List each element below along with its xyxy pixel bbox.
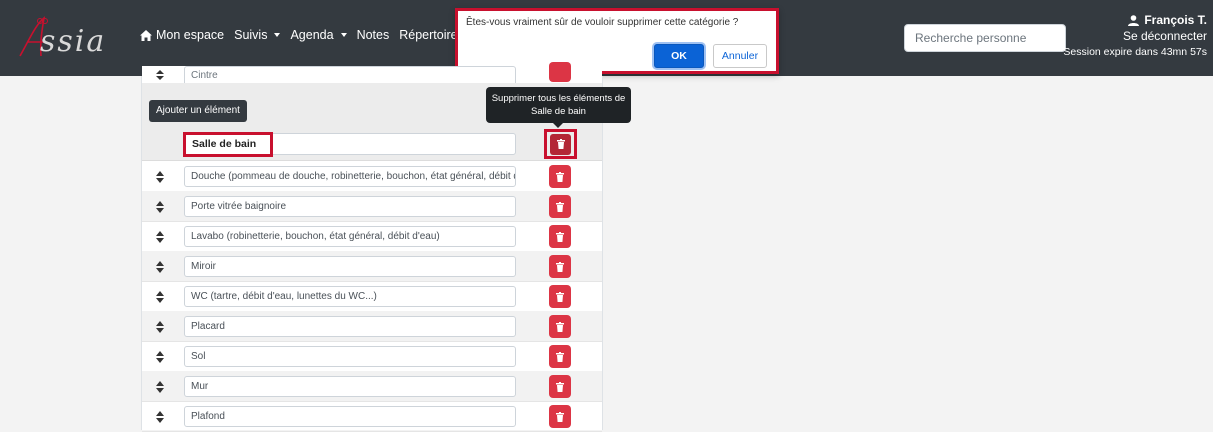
ok-button[interactable]: OK — [654, 44, 704, 68]
sort-handle-icon[interactable] — [156, 261, 164, 273]
nav-item-label: Notes — [356, 28, 390, 42]
trash-icon — [556, 261, 564, 272]
dialog-message: Êtes-vous vraiment sûr de vouloir suppri… — [466, 17, 739, 28]
list-item: Sol — [142, 341, 602, 372]
list-item: Miroir — [142, 251, 602, 282]
trash-icon — [556, 231, 564, 242]
item-input[interactable]: Plafond — [184, 406, 516, 427]
trash-icon — [556, 139, 565, 149]
nav-item-agenda[interactable]: Agenda — [290, 28, 347, 42]
item-input[interactable]: Sol — [184, 346, 516, 367]
user-name-label: François T. — [1144, 13, 1207, 27]
delete-item-button[interactable] — [549, 405, 571, 428]
nav-item-mon-espace[interactable]: Mon espace — [140, 28, 224, 42]
assia-logo[interactable]: ssia — [14, 12, 124, 62]
sort-handle-icon[interactable] — [156, 171, 164, 183]
tooltip-line: Supprimer tous les éléments de — [491, 93, 626, 104]
caret-down-icon — [340, 33, 347, 37]
confirm-dialog: Êtes-vous vraiment sûr de vouloir suppri… — [455, 8, 779, 74]
session-timer: Session expire dans 43mn 57s — [1063, 46, 1207, 58]
category-row: Salle de bain — [142, 127, 602, 161]
item-input[interactable]: Lavabo (robinetterie, bouchon, état géné… — [184, 226, 516, 247]
item-input[interactable]: Placard — [184, 316, 516, 337]
item-input[interactable]: WC (tartre, débit d'eau, lunettes du WC.… — [184, 286, 516, 307]
nav-item-label: Mon espace — [156, 28, 225, 42]
delete-item-button[interactable] — [549, 255, 571, 278]
nav-item-label: Répertoire — [399, 28, 458, 42]
tooltip-arrow — [553, 123, 563, 128]
trash-icon — [556, 291, 564, 302]
list-item: Placard — [142, 311, 602, 342]
logo-text: ssia — [40, 24, 107, 59]
sort-handle-icon[interactable] — [156, 70, 164, 80]
cancel-button[interactable]: Annuler — [713, 44, 767, 68]
list-item: Mur — [142, 371, 602, 402]
delete-item-button[interactable] — [549, 345, 571, 368]
nav-item-label: Suivis — [234, 28, 268, 42]
trash-icon — [556, 321, 564, 332]
category-panel: Cintre Ajouter un élément Salle de bain … — [141, 62, 603, 432]
trash-icon — [556, 381, 564, 392]
user-icon — [1128, 14, 1140, 26]
caret-down-icon — [274, 33, 281, 37]
tooltip-line: Salle de bain — [531, 106, 586, 117]
delete-category-button[interactable] — [550, 133, 571, 155]
user-menu: François T. Se déconnecter Session expir… — [1063, 12, 1207, 60]
delete-item-button[interactable] — [549, 195, 571, 218]
list-item: Douche (pommeau de douche, robinetterie,… — [142, 161, 602, 192]
delete-category-highlight — [544, 129, 577, 159]
delete-button[interactable] — [549, 62, 571, 82]
trash-icon — [556, 411, 564, 422]
delete-item-button[interactable] — [549, 285, 571, 308]
delete-item-button[interactable] — [549, 375, 571, 398]
item-input[interactable]: Porte vitrée baignoire — [184, 196, 516, 217]
list-item: Plafond — [142, 401, 602, 432]
add-item-button[interactable]: Ajouter un élément — [149, 100, 247, 122]
delete-category-tooltip: Supprimer tous les éléments de Salle de … — [486, 87, 631, 128]
trash-icon — [556, 171, 564, 182]
search-person-input[interactable] — [904, 24, 1066, 52]
trash-icon — [556, 351, 564, 362]
list-item: Lavabo (robinetterie, bouchon, état géné… — [142, 221, 602, 252]
trash-icon — [556, 201, 564, 212]
category-name[interactable]: Salle de bain — [183, 132, 273, 157]
user-name[interactable]: François T. — [1063, 12, 1207, 28]
sort-handle-icon[interactable] — [156, 291, 164, 303]
sort-handle-icon[interactable] — [156, 321, 164, 333]
sort-handle-icon[interactable] — [156, 381, 164, 393]
nav-item-suivis[interactable]: Suivis — [234, 28, 281, 42]
item-input[interactable]: Miroir — [184, 256, 516, 277]
sort-handle-icon[interactable] — [156, 411, 164, 423]
sort-handle-icon[interactable] — [156, 351, 164, 363]
sort-handle-icon[interactable] — [156, 231, 164, 243]
sort-handle-icon[interactable] — [156, 201, 164, 213]
item-input[interactable]: Mur — [184, 376, 516, 397]
nav-item-notes[interactable]: Notes — [357, 28, 390, 42]
delete-item-button[interactable] — [549, 165, 571, 188]
home-icon — [140, 29, 152, 41]
nav-item-label: Agenda — [290, 28, 334, 42]
main-nav: Mon espace Suivis Agenda Notes Répertoir… — [140, 28, 490, 42]
delete-item-button[interactable] — [549, 225, 571, 248]
list-item: Porte vitrée baignoire — [142, 191, 602, 222]
item-input[interactable]: Douche (pommeau de douche, robinetterie,… — [184, 166, 516, 187]
delete-item-button[interactable] — [549, 315, 571, 338]
logout-link[interactable]: Se déconnecter — [1063, 28, 1207, 44]
list-item: WC (tartre, débit d'eau, lunettes du WC.… — [142, 281, 602, 312]
